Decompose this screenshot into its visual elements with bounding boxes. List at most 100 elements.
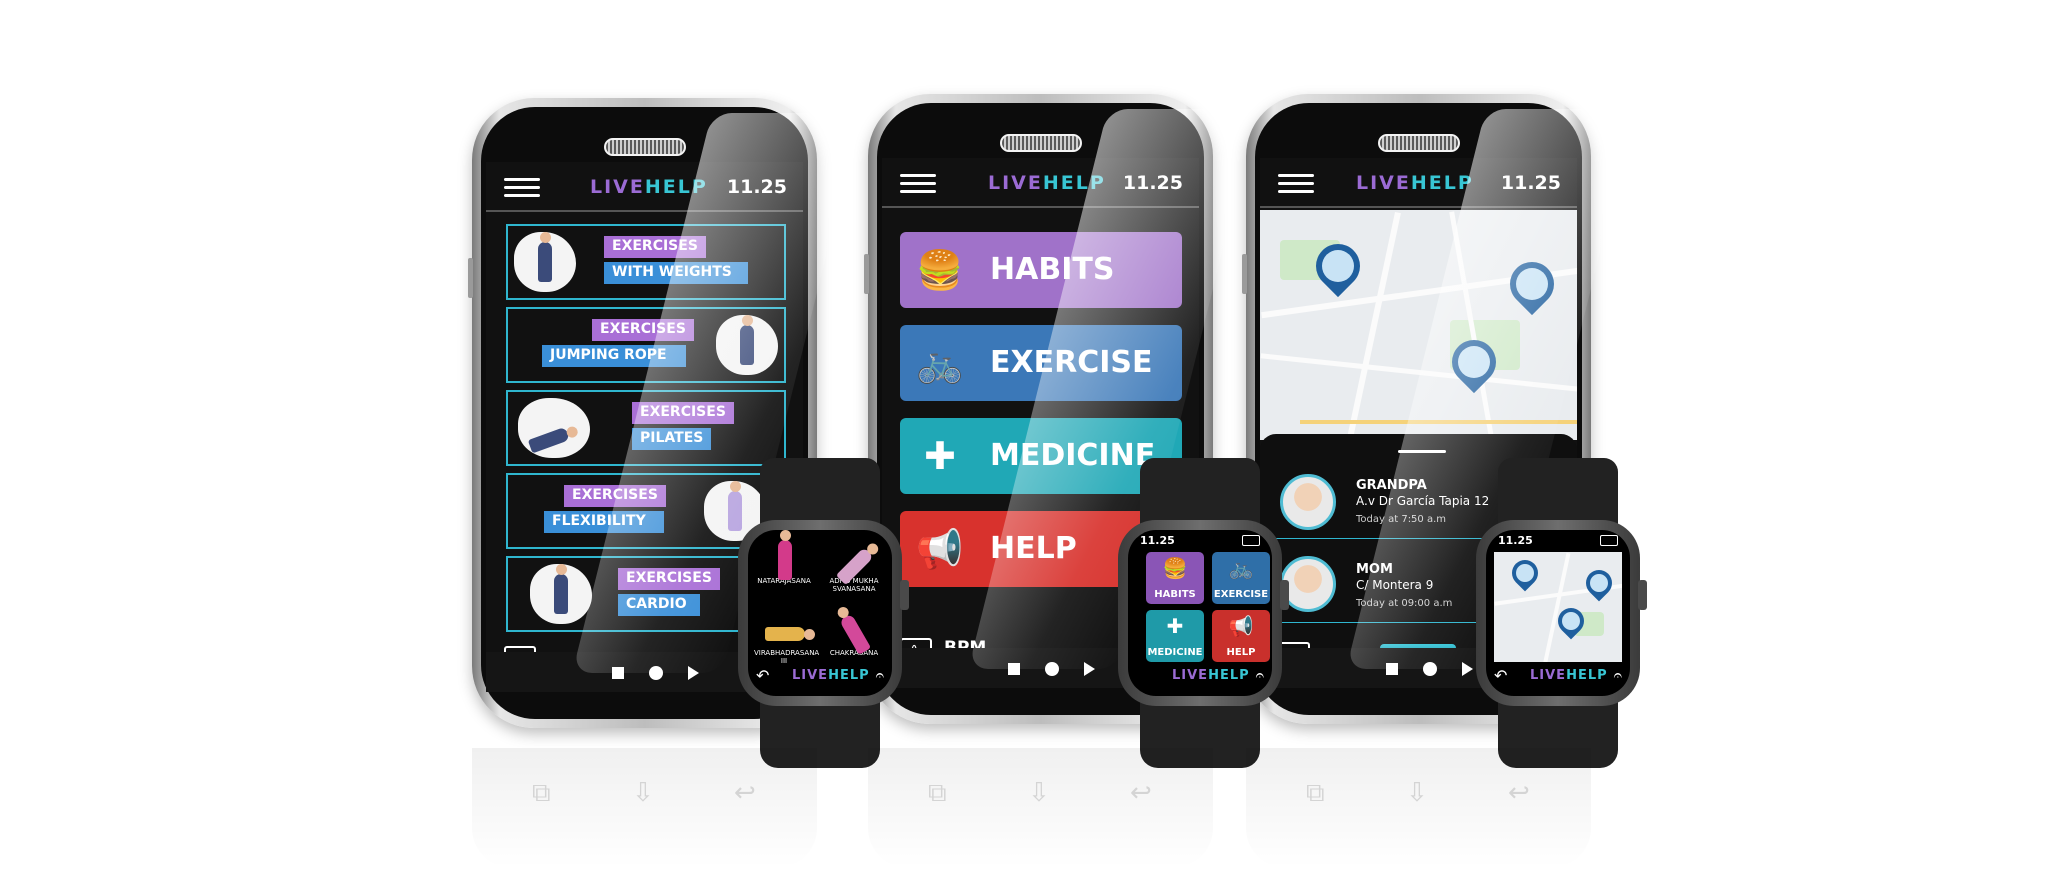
exercise-card-jumping-rope[interactable]: EXERCISES JUMPING ROPE [506,307,786,383]
food-icon: 🍔 [916,248,964,292]
hamburger-menu-icon[interactable] [504,178,540,198]
volume-button [864,254,869,294]
megaphone-icon: 📢 [1228,614,1254,638]
phone-speaker [999,134,1082,152]
play-nav-icon[interactable] [688,666,699,680]
watch-map: 11.25 ↶ LIVEHELP 𝄐 [1476,458,1647,768]
pose-natarajasana[interactable]: NATARAJASANA [754,530,814,585]
watch-logo: LIVEHELP [1172,668,1250,683]
watch-case: 11.25 🍔 HABITS 🚲 EXERCISE ✚ MEDICINE 📢 HELP … [1118,520,1289,706]
recent-apps-icon: ⧉ [928,778,947,808]
watch-footer: LIVEHELP 𝄐 [1128,666,1272,688]
heart-rate-icon[interactable] [1242,535,1260,546]
volume-button [468,258,473,298]
habits-tile[interactable]: 🍔 HABITS [1146,552,1204,604]
square-nav-icon[interactable] [612,667,624,679]
map-view[interactable] [1260,210,1577,440]
app-logo: LIVEHELP [590,176,708,198]
card-title: WITH WEIGHTS [604,262,748,284]
food-icon: 🍔 [1162,556,1188,580]
home-nav-icon[interactable] [1423,662,1437,676]
watch-clock: 11.25 [1140,534,1175,547]
pilates-illustration [518,398,590,458]
pose-chakrasana[interactable]: CHAKRASANA [824,608,884,657]
exercise-label: EXERCISE [990,345,1153,380]
card-tag: EXERCISES [564,485,666,507]
ear-icon[interactable]: 𝄐 [1256,666,1264,684]
return-icon: ↩ [734,778,756,808]
hamburger-menu-icon[interactable] [1278,174,1314,194]
watch-screen: 11.25 🍔 HABITS 🚲 EXERCISE ✚ MEDICINE 📢 HELP … [1128,530,1272,696]
sheet-handle[interactable] [1398,450,1446,453]
exercise-button[interactable]: 🚲 EXERCISE [900,325,1182,401]
contact-name: GRANDPA [1356,478,1427,493]
home-nav-icon[interactable] [1045,662,1059,676]
pose-adho-mukha[interactable]: ADHO MUKHA SVANASANA [824,536,884,593]
recent-apps-icon: ⧉ [1306,778,1325,808]
card-tag: EXERCISES [604,236,706,258]
heart-rate-icon[interactable] [1600,535,1618,546]
play-nav-icon[interactable] [1084,662,1095,676]
megaphone-icon: 📢 [916,527,964,571]
return-icon: ↩ [1508,778,1530,808]
medicine-icon: ✚ [1166,614,1184,638]
watch-case: 11.25 ↶ LIVEHELP 𝄐 [1476,520,1647,706]
watch-crown[interactable] [1638,580,1647,610]
watch-crown[interactable] [1280,580,1289,610]
watch-screen: NATARAJASANA ADHO MUKHA SVANASANA VIRABH… [748,530,892,696]
card-title: CARDIO [618,594,700,616]
down-arrow-icon: ⇩ [1028,778,1050,808]
map-road-highway [1300,420,1577,424]
watch-crown[interactable] [900,580,909,610]
hamburger-menu-icon[interactable] [900,174,936,194]
medicine-tile[interactable]: ✚ MEDICINE [1146,610,1204,662]
watch-logo: LIVEHELP [1530,668,1608,683]
home-nav-icon[interactable] [649,666,663,680]
exercise-card-weights[interactable]: EXERCISES WITH WEIGHTS [506,224,786,300]
map-road [1260,353,1577,392]
play-nav-icon[interactable] [1462,662,1473,676]
volume-button [1242,254,1247,294]
habits-button[interactable]: 🍔 HABITS [900,232,1182,308]
watch-logo: LIVEHELP [792,668,870,683]
square-nav-icon[interactable] [1386,663,1398,675]
help-tile[interactable]: 📢 HELP [1212,610,1270,662]
phone-speaker [603,138,686,156]
back-arrow-icon[interactable]: ↶ [1494,666,1507,685]
phone-reflection: ⧉ ⇩ ↩ [472,748,817,868]
medicine-icon: ✚ [924,434,956,478]
watch-strap-top [1498,458,1618,528]
map-pin[interactable] [1506,554,1544,592]
exercise-tile[interactable]: 🚲 EXERCISE [1212,552,1270,604]
map-road [1345,211,1401,440]
watch-strap-top [760,458,880,528]
map-pin-contact[interactable] [1500,252,1564,316]
square-nav-icon[interactable] [1008,663,1020,675]
card-tag: EXERCISES [592,319,694,341]
back-arrow-icon[interactable]: ↶ [756,666,769,685]
contact-address: A.v Dr García Tapia 12 [1356,494,1490,508]
phone-reflection: ⧉ ⇩ ↩ [868,748,1213,868]
ear-icon[interactable]: 𝄐 [876,666,884,684]
weights-illustration [514,232,576,292]
contact-name: MOM [1356,562,1393,577]
watch-menu: 11.25 🍔 HABITS 🚲 EXERCISE ✚ MEDICINE 📢 HELP … [1118,458,1289,768]
exercise-card-pilates[interactable]: EXERCISES PILATES [506,390,786,466]
ear-icon[interactable]: 𝄐 [1614,666,1622,684]
phone-speaker [1377,134,1460,152]
bicycle-icon: 🚲 [1228,556,1254,580]
return-icon: ↩ [1130,778,1152,808]
avatar [1280,474,1336,530]
map-pin[interactable] [1580,564,1618,602]
top-bar: LIVEHELP 11.25 [882,158,1199,208]
watch-map-view[interactable] [1494,552,1622,662]
pose-virabhadrasana[interactable]: VIRABHADRASANA III [754,608,819,665]
watch-case: NATARAJASANA ADHO MUKHA SVANASANA VIRABH… [738,520,909,706]
habits-label: HABITS [990,252,1115,287]
clock: 11.25 [1500,172,1561,194]
app-logo: LIVEHELP [988,172,1106,194]
jumping-rope-illustration [716,315,778,375]
card-title: FLEXIBILITY [544,511,664,533]
watch-footer: ↶ LIVEHELP 𝄐 [748,666,892,688]
page: { "brand": {"logo_part1": "LIVE", "logo_… [0,0,2048,883]
